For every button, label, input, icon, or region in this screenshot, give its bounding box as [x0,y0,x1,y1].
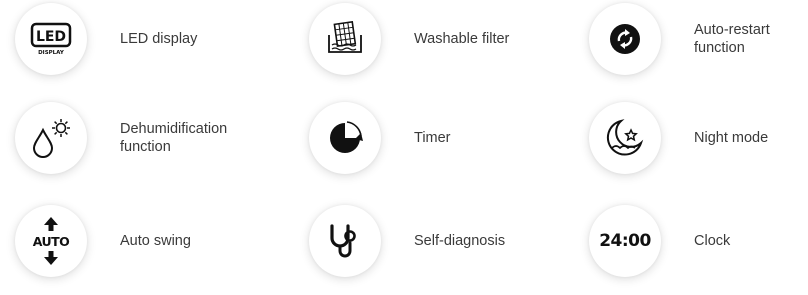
feature-clock: 24:00 Clock [581,205,808,295]
feature-led-display: LED DISPLAY LED display [7,3,267,93]
auto-swing-icon: AUTO [15,205,87,277]
feature-dehumidification: Dehumidification function [7,102,267,192]
feature-label-night: Night mode [694,130,769,146]
feature-label-dehumid: Dehumidification function [120,121,228,155]
self-diagnosis-icon [309,205,381,277]
feature-label-filter: Washable filter [414,31,510,47]
feature-label-swing: Auto swing [120,233,191,249]
led-icon-subtext: DISPLAY [38,50,65,56]
feature-auto-restart: Auto-restart function [581,3,808,93]
clock-icon-text: 24:00 [599,231,651,251]
feature-label-restart: Auto-restart function [694,22,770,56]
feature-washable-filter: Washable filter [301,3,561,93]
feature-self-diagnosis: Self-diagnosis [301,205,561,295]
led-icon-text: LED [36,29,66,45]
clock-icon: 24:00 [589,205,661,277]
feature-label-led: LED display [120,31,198,47]
feature-label-clock: Clock [694,233,731,249]
washable-filter-icon [309,3,381,75]
auto-icon-text: AUTO [33,234,70,249]
feature-label-timer: Timer [414,130,451,146]
auto-restart-icon [589,3,661,75]
dehumidification-icon [15,102,87,174]
feature-timer: Timer [301,102,561,192]
feature-auto-swing: AUTO Auto swing [7,205,267,295]
led-display-icon: LED DISPLAY [15,3,87,75]
feature-night-mode: Night mode [581,102,808,192]
night-mode-icon [589,102,661,174]
feature-label-diag: Self-diagnosis [414,233,506,249]
timer-icon [309,102,381,174]
